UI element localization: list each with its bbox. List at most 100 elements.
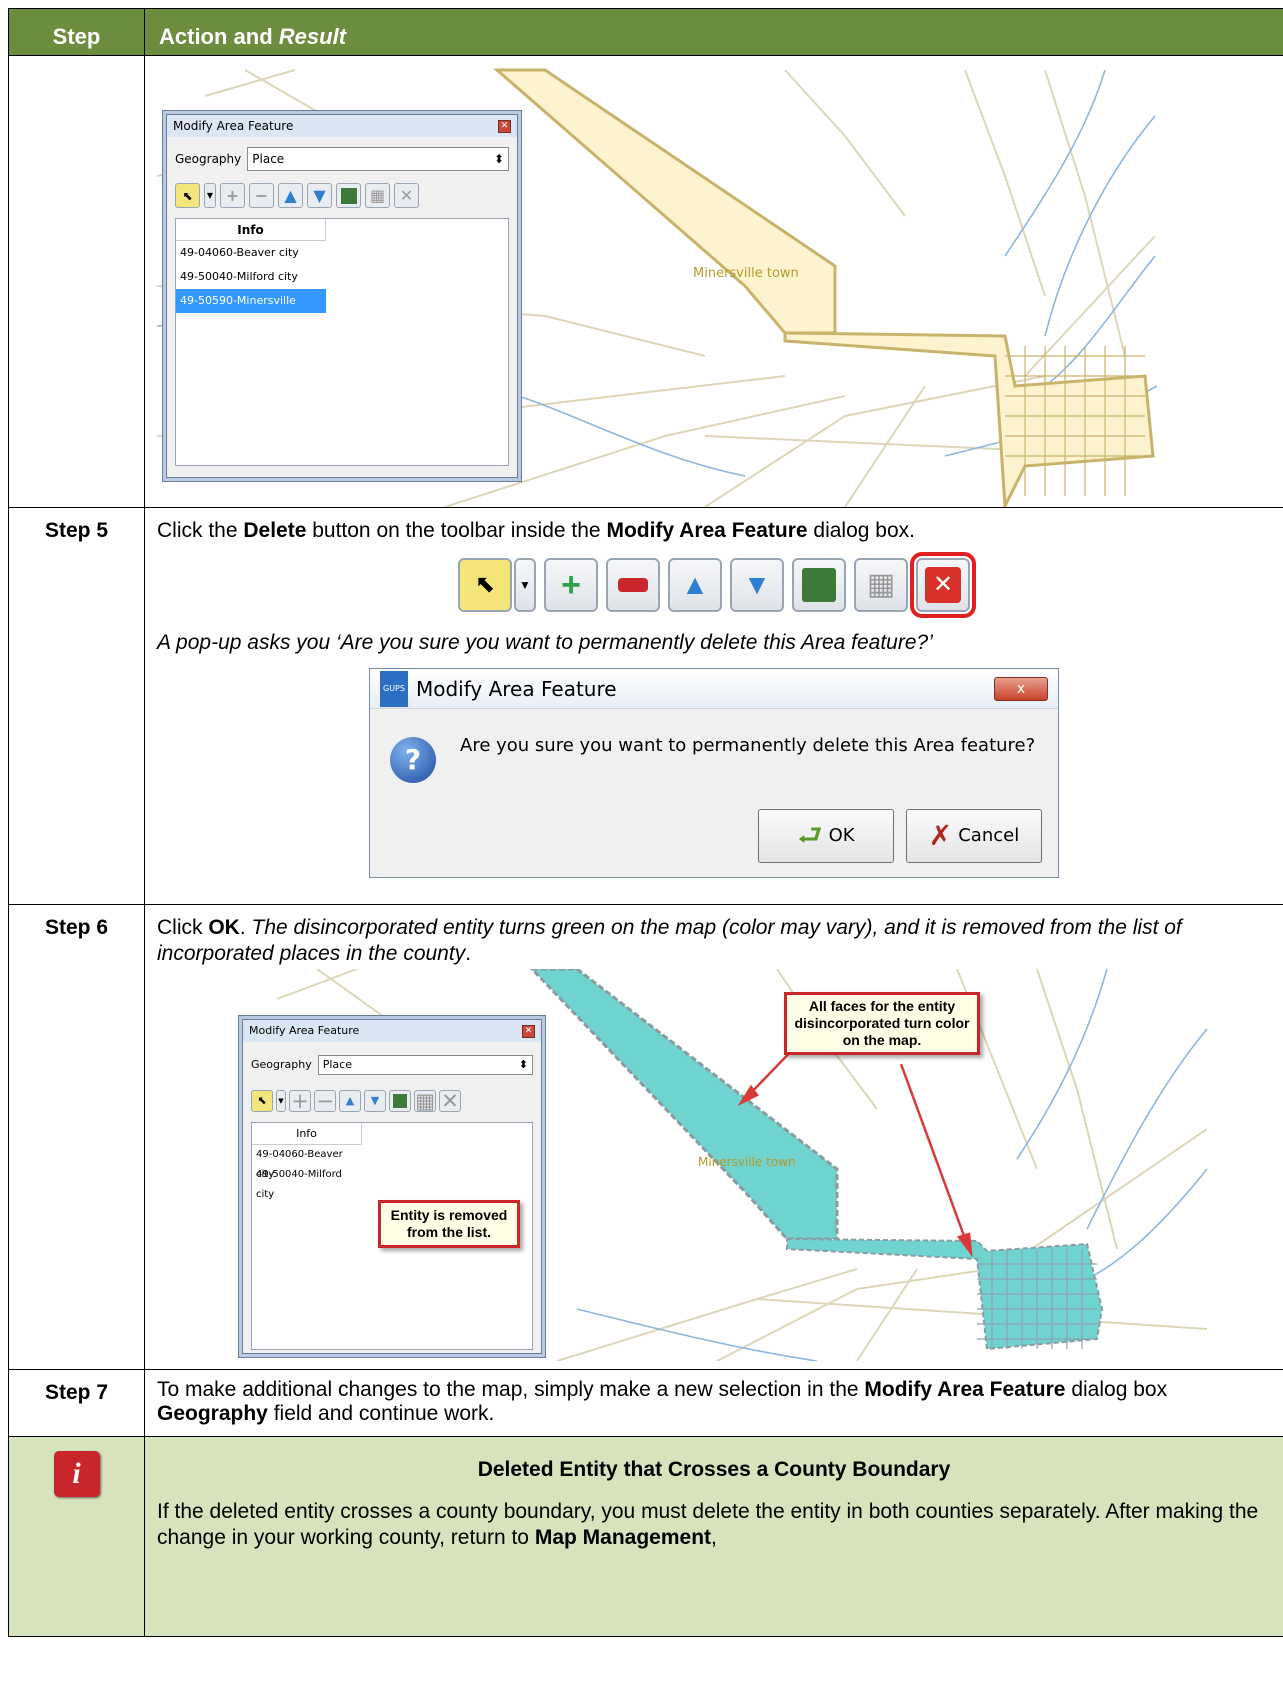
list-header: Info <box>252 1123 362 1145</box>
cursor-icon: ⬉ <box>182 188 193 203</box>
callout-faces: All faces for the entity disincorporated… <box>784 992 980 1055</box>
bold-geography: Geography <box>157 1402 268 1425</box>
step-6-label: Step 6 <box>8 904 145 1370</box>
move-up-button[interactable]: ▲ <box>278 183 303 208</box>
text: dialog box. <box>807 519 915 542</box>
text: To make additional changes to the map, s… <box>157 1378 865 1401</box>
table-icon: ▦ <box>866 568 896 601</box>
geography-select[interactable]: Place ⬍ <box>317 1055 533 1075</box>
note-text: If the deleted entity crosses a county b… <box>157 1499 1271 1551</box>
geography-select[interactable]: Place ⬍ <box>247 147 509 171</box>
minus-icon: − <box>254 186 269 205</box>
close-icon[interactable]: ✕ <box>498 119 511 133</box>
map-button[interactable] <box>336 183 361 208</box>
list-item[interactable]: 49-04060-Beaver city <box>176 241 326 265</box>
triangle-down-icon: ▼ <box>313 186 326 205</box>
geography-value: Place <box>322 1058 352 1071</box>
action-column-header: Action and Result <box>144 8 1283 56</box>
map-icon <box>340 187 357 204</box>
text: , <box>711 1526 717 1549</box>
select-tool-button[interactable]: ⬉ <box>458 558 512 612</box>
bold-dialog-name: Modify Area Feature <box>606 519 808 542</box>
map-button[interactable] <box>792 558 846 612</box>
delete-icon: ✕ <box>441 1089 459 1113</box>
attribute-table-button[interactable]: ▦ <box>365 183 390 208</box>
move-down-button[interactable]: ▼ <box>307 183 332 208</box>
list-item[interactable]: 49-50040-Milford city <box>252 1165 362 1200</box>
confirm-delete-popup: GUPS Modify Area Feature x ? Are you sur… <box>369 668 1059 878</box>
map-button[interactable] <box>389 1090 411 1112</box>
triangle-up-icon: ▲ <box>345 1094 355 1107</box>
select-tool-button[interactable]: ⬉ <box>175 183 200 208</box>
gups-logo-icon: GUPS <box>380 670 408 707</box>
remove-button[interactable] <box>606 558 660 612</box>
question-icon: ? <box>390 737 436 783</box>
step-6-row: Step 6 Click OK. The disincorporated ent… <box>8 904 1283 1370</box>
map-screenshot-2: Minersville town All faces for the entit… <box>157 969 1271 1361</box>
select-tool-button[interactable]: ⬉ <box>251 1090 273 1112</box>
list-item[interactable]: 49-50040-Milford city <box>176 265 326 289</box>
action-header-plain: Action and <box>159 24 279 49</box>
select-dropdown-button[interactable]: ▼ <box>276 1090 286 1112</box>
attribute-table-button[interactable]: ▦ <box>414 1089 436 1113</box>
move-up-button[interactable]: ▲ <box>339 1090 361 1112</box>
geography-row: Geography Place ⬍ <box>167 137 517 181</box>
text: Click the <box>157 519 244 542</box>
delete-button[interactable]: ✕ <box>439 1089 461 1113</box>
table-header-row: Step Action and Result <box>8 8 1283 56</box>
step-5-action: Click the Delete button on the toolbar i… <box>144 507 1283 905</box>
close-icon[interactable]: ✕ <box>522 1024 535 1038</box>
step-7-row: Step 7 To make additional changes to the… <box>8 1369 1283 1437</box>
triangle-down-icon: ▼ <box>743 569 771 600</box>
empty-step-cell <box>8 55 145 508</box>
move-down-button[interactable]: ▼ <box>730 558 784 612</box>
select-dropdown-button[interactable]: ▼ <box>204 183 216 208</box>
popup-titlebar: GUPS Modify Area Feature x <box>370 669 1058 709</box>
cancel-label: Cancel <box>958 825 1020 846</box>
delete-button-highlighted[interactable]: ✕ <box>910 552 976 618</box>
info-icon: i <box>53 1451 100 1497</box>
popup-title: Modify Area Feature <box>415 676 617 701</box>
triangle-up-icon: ▲ <box>681 569 709 600</box>
dialog-toolbar: ⬉ ▼ + − ▲ ▼ ▦ ✕ <box>243 1088 541 1114</box>
add-button[interactable]: + <box>544 558 598 612</box>
list-item-selected[interactable]: 49-50590-Minersville town <box>176 289 326 331</box>
list-item[interactable]: 49-04060-Beaver city <box>252 1145 362 1180</box>
delete-icon: ✕ <box>399 186 414 205</box>
map-place-label: Minersville town <box>693 266 799 281</box>
remove-button[interactable]: − <box>249 183 274 208</box>
plus-icon: + <box>561 566 581 604</box>
popup-buttons: ⮐ OK ✗ Cancel <box>370 783 1058 877</box>
toolbar-zoom-image: ⬉ ▼ + ▲ ▼ ▦ ✕ <box>157 552 1271 618</box>
minus-icon <box>618 578 648 592</box>
callout-list: Entity is removed from the list. <box>378 1200 520 1248</box>
spinner-icon: ⬍ <box>493 152 504 166</box>
ok-label: OK <box>828 825 855 846</box>
popup-intro: A pop-up asks you ‘Are you sure you want… <box>157 631 933 654</box>
geography-label: Geography <box>175 152 242 166</box>
delete-button[interactable]: ✕ <box>394 183 419 208</box>
remove-button[interactable]: − <box>314 1089 336 1113</box>
attribute-table-button[interactable]: ▦ <box>854 558 908 612</box>
move-up-button[interactable]: ▲ <box>668 558 722 612</box>
text: . <box>465 942 472 965</box>
cursor-icon: ⬉ <box>474 571 496 598</box>
map-screenshot-1: Minersville town Modify Area Feature ✕ G… <box>145 56 1283 507</box>
step-7-label: Step 7 <box>8 1369 145 1437</box>
popup-body: ? Are you sure you want to permanently d… <box>370 709 1058 783</box>
steps-table: Step Action and Result Minersville town … <box>8 8 1283 1637</box>
triangle-down-icon: ▼ <box>370 1094 380 1107</box>
cancel-button[interactable]: ✗ Cancel <box>906 809 1042 863</box>
ok-button[interactable]: ⮐ OK <box>758 809 894 863</box>
chevron-down-icon: ▼ <box>278 1097 284 1105</box>
modify-area-feature-dialog-after: Modify Area Feature ✕ Geography Place ⬍ … <box>242 1019 542 1354</box>
note-row: i Deleted Entity that Crosses a County B… <box>8 1436 1283 1637</box>
dialog-toolbar: ⬉ ▼ + − ▲ ▼ ▦ ✕ <box>167 181 517 210</box>
add-button[interactable]: + <box>289 1089 311 1113</box>
note-title: Deleted Entity that Crosses a County Bou… <box>477 1458 951 1481</box>
add-button[interactable]: + <box>220 183 245 208</box>
move-down-button[interactable]: ▼ <box>364 1090 386 1112</box>
select-dropdown-button[interactable]: ▼ <box>514 558 536 612</box>
close-icon[interactable]: x <box>994 676 1048 701</box>
chevron-down-icon: ▼ <box>519 578 531 592</box>
